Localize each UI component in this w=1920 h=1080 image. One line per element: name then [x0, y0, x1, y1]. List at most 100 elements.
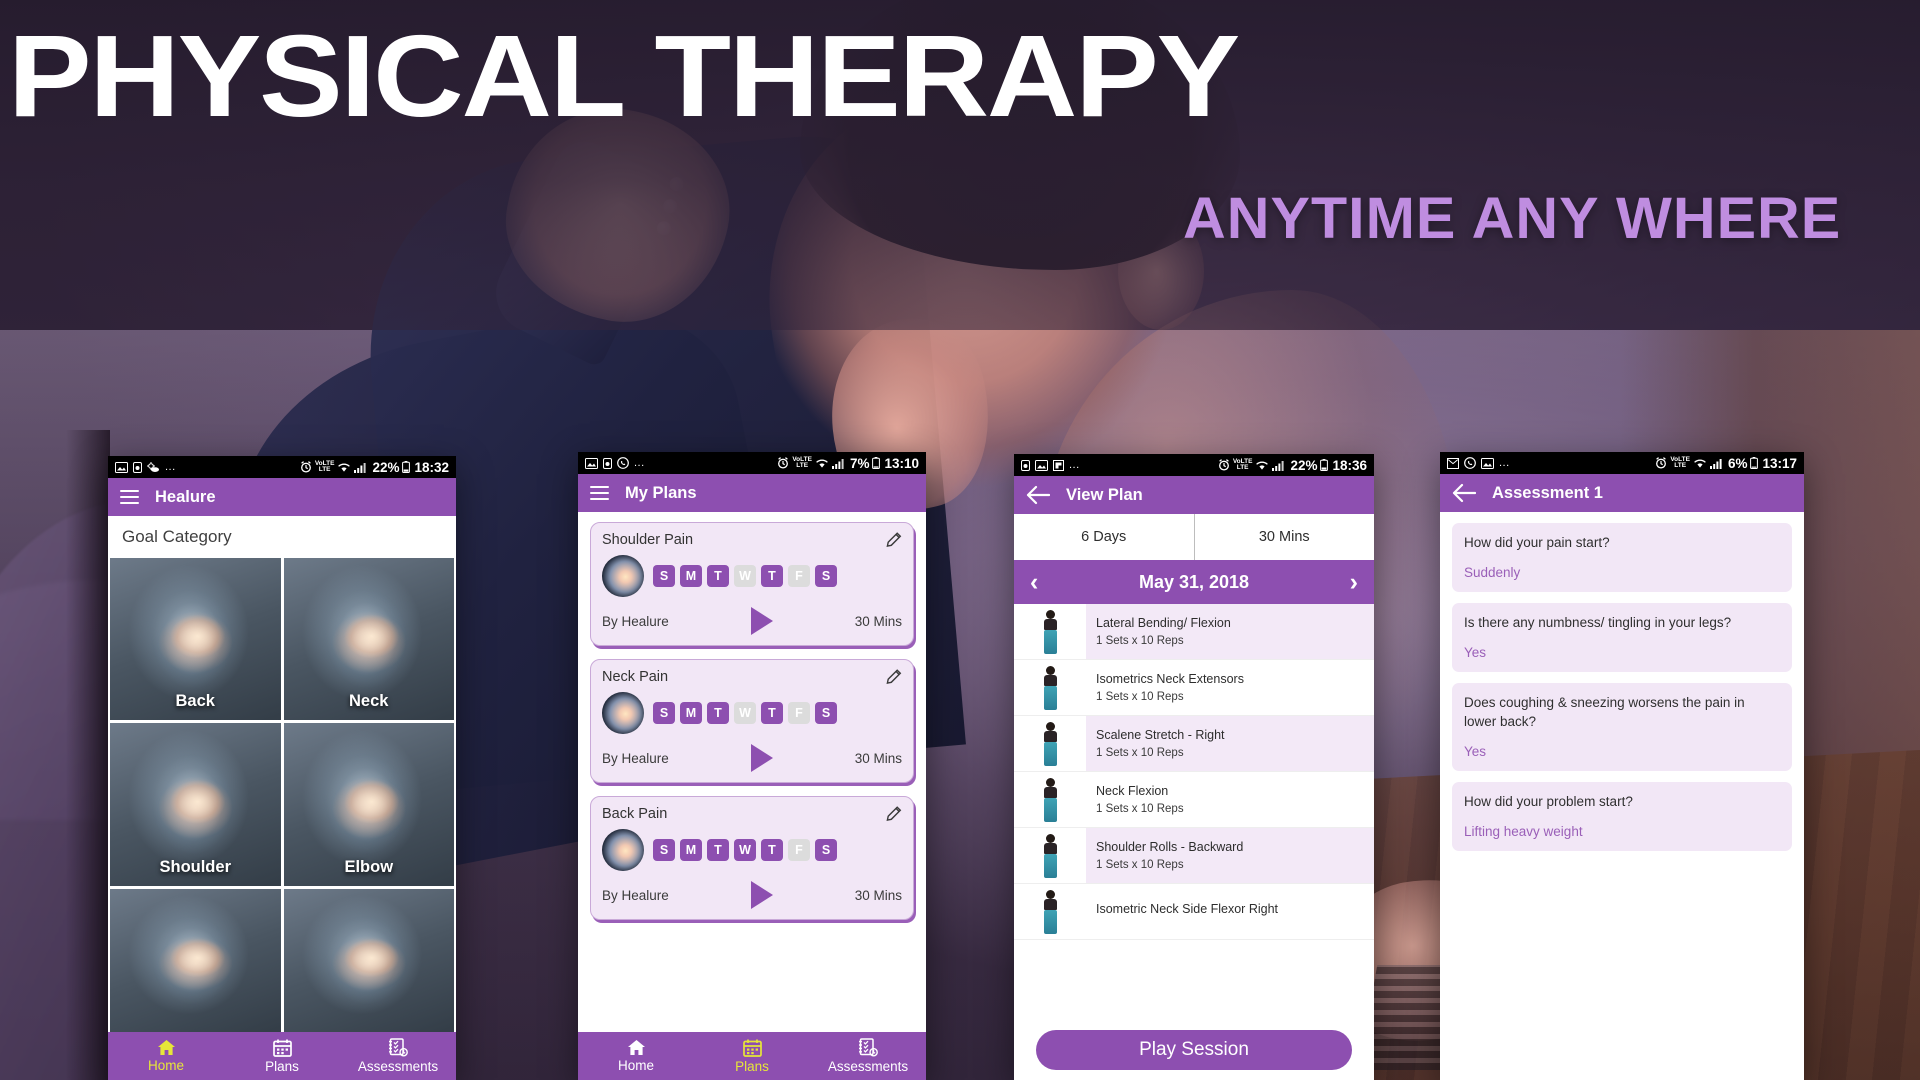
exercise-name: Scalene Stretch - Right [1096, 728, 1225, 742]
goal-tile-shoulder[interactable]: Shoulder [110, 723, 281, 886]
question-card[interactable]: How did your pain start? Suddenly [1452, 523, 1792, 593]
plan-footer: By Healure 30 Mins [602, 607, 902, 635]
wifi-icon [1694, 459, 1706, 468]
play-icon[interactable] [750, 881, 773, 909]
status-bar: ... VoLTE LTE 22% 18:32 [108, 456, 456, 478]
pencil-icon[interactable] [885, 532, 902, 549]
weekday-chip[interactable]: M [680, 839, 702, 861]
nav-item-plans[interactable]: Plans [694, 1039, 810, 1074]
status-right-icons: VoLTE LTE 22% 18:32 [300, 460, 449, 475]
battery-percent: 22% [372, 459, 400, 475]
nav-item-plans[interactable]: Plans [224, 1039, 340, 1074]
status-more-dots: ... [634, 457, 645, 469]
question-card[interactable]: How did your problem start? Lifting heav… [1452, 781, 1792, 852]
weekday-chip[interactable]: S [653, 565, 675, 587]
exercise-thumbnail [1014, 828, 1086, 883]
home-icon [157, 1040, 175, 1055]
weekday-chip[interactable]: T [707, 702, 729, 724]
bottom-navigation: Home Plans Assessments [578, 1032, 926, 1080]
status-clock: 18:36 [1332, 457, 1367, 473]
exercise-reps: 1 Sets x 10 Reps [1096, 691, 1184, 703]
status-left-icons: ... [1447, 457, 1510, 469]
nav-item-home[interactable]: Home [578, 1039, 694, 1073]
goal-tile-elbow[interactable]: Elbow [283, 723, 454, 886]
question-text: Is there any numbness/ tingling in your … [1464, 615, 1732, 631]
weekday-chip[interactable]: S [815, 565, 837, 587]
pencil-icon[interactable] [885, 669, 902, 686]
exercise-thumbnail [1014, 716, 1086, 771]
question-card[interactable]: Is there any numbness/ tingling in your … [1452, 603, 1792, 673]
plan-author: By Healure [602, 887, 669, 903]
weekday-chip[interactable]: M [680, 565, 702, 587]
chevron-left-icon[interactable]: ‹ [1030, 569, 1038, 595]
plan-title: Shoulder Pain [602, 532, 694, 548]
play-icon[interactable] [750, 607, 773, 635]
pencil-icon[interactable] [885, 806, 902, 823]
exercise-thumbnail [1014, 884, 1086, 939]
goal-tile-hand[interactable] [110, 888, 281, 1032]
plan-duration: 30 Mins [854, 750, 902, 766]
app-title: Healure [155, 487, 216, 506]
exercise-row[interactable]: Neck Flexion 1 Sets x 10 Reps [1014, 772, 1374, 828]
plan-schedule-row: S M T W T F S [602, 692, 902, 734]
weekday-chip[interactable]: F [788, 702, 810, 724]
alarm-icon [300, 461, 311, 473]
hamburger-icon[interactable] [590, 485, 609, 501]
phone-screen-home: ... VoLTE LTE 22% 18:32 Healure Goal Cate… [108, 456, 456, 1080]
chevron-right-icon[interactable]: › [1350, 569, 1358, 595]
weekday-chip[interactable]: W [734, 702, 756, 724]
app-title: Assessment 1 [1492, 483, 1603, 502]
current-date: May 31, 2018 [1138, 571, 1250, 592]
back-arrow-icon[interactable] [1026, 485, 1050, 505]
plan-card[interactable]: Shoulder Pain S M T W T F S By Healure 3… [590, 522, 914, 646]
plan-card[interactable]: Neck Pain S M T W T F S By Healure 30 Mi… [590, 659, 914, 783]
exercise-row[interactable]: Scalene Stretch - Right 1 Sets x 10 Reps [1014, 716, 1374, 772]
weekday-chip[interactable]: T [761, 839, 783, 861]
exercise-name: Shoulder Rolls - Backward [1096, 840, 1244, 854]
play-icon[interactable] [750, 744, 773, 772]
plan-card[interactable]: Back Pain S M T W T F S By Healure 30 Mi… [590, 796, 914, 920]
weekday-chip[interactable]: T [707, 839, 729, 861]
weekday-chip[interactable]: F [788, 565, 810, 587]
back-arrow-icon[interactable] [1452, 483, 1476, 503]
exercise-row[interactable]: Lateral Bending/ Flexion 1 Sets x 10 Rep… [1014, 604, 1374, 660]
plan-title: Back Pain [602, 806, 668, 822]
status-clock: 18:32 [414, 459, 449, 475]
assessment-question-list: How did your pain start? Suddenly Is the… [1440, 512, 1804, 1080]
hamburger-icon[interactable] [120, 489, 139, 505]
goal-tile-back[interactable]: Back [110, 558, 281, 721]
status-right-icons: VoLTE LTE 6% 13:17 [1655, 456, 1797, 471]
volte-indicator: VoLTE LTE [1670, 455, 1690, 469]
goal-tile-neck[interactable]: Neck [283, 558, 454, 721]
phone-screen-assessment: ... VoLTE LTE 6% 13:17 Assessment 1 How d… [1440, 452, 1804, 1080]
weekday-chip[interactable]: S [815, 839, 837, 861]
weekday-chip[interactable]: S [653, 702, 675, 724]
weekday-selector: S M T W T F S [653, 702, 837, 724]
weekday-chip[interactable]: W [734, 839, 756, 861]
weekday-chip[interactable]: M [680, 702, 702, 724]
weekday-chip[interactable]: S [653, 839, 675, 861]
play-session-button[interactable]: Play Session [1035, 1030, 1353, 1070]
weekday-chip[interactable]: T [707, 565, 729, 587]
nav-item-assessments[interactable]: Assessments [340, 1038, 456, 1074]
exercise-row[interactable]: Isometric Neck Side Flexor Right [1014, 884, 1374, 940]
weekday-chip[interactable]: W [734, 565, 756, 587]
background-left-shade [66, 430, 110, 1080]
goal-tile-hip[interactable] [283, 888, 454, 1032]
nav-item-home[interactable]: Home [108, 1039, 224, 1073]
question-card[interactable]: Does coughing & sneezing worsens the pai… [1452, 683, 1792, 771]
image-icon [1035, 459, 1048, 471]
weekday-chip[interactable]: S [815, 702, 837, 724]
weekday-chip[interactable]: T [761, 702, 783, 724]
weekday-chip[interactable]: F [788, 839, 810, 861]
nav-label: Assessments [357, 1059, 439, 1074]
nav-item-assessments[interactable]: Assessments [810, 1038, 926, 1074]
battery-icon [1320, 459, 1329, 471]
status-more-dots: ... [1069, 459, 1080, 471]
exercise-row[interactable]: Isometrics Neck Extensors 1 Sets x 10 Re… [1014, 660, 1374, 716]
status-more-dots: ... [165, 461, 176, 473]
battery-percent: 6% [1727, 455, 1748, 471]
exercise-row[interactable]: Shoulder Rolls - Backward 1 Sets x 10 Re… [1014, 828, 1374, 884]
weekday-chip[interactable]: T [761, 565, 783, 587]
goal-tile-label: Elbow [344, 857, 394, 876]
